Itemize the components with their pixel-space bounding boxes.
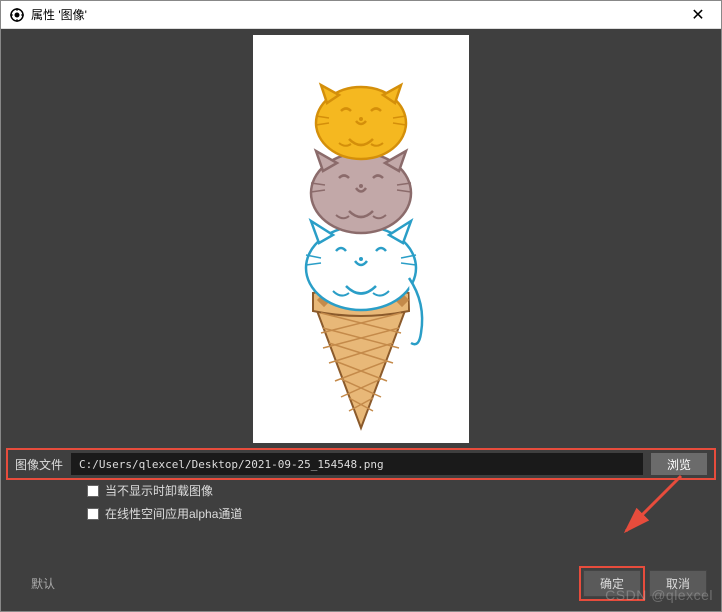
titlebar: 属性 '图像' ✕ — [1, 1, 721, 29]
file-path-row: 图像文件 浏览 — [7, 449, 715, 479]
defaults-button[interactable]: 默认 — [15, 571, 71, 596]
window-title: 属性 '图像' — [31, 6, 683, 23]
bottom-button-bar: 默认 确定 取消 — [1, 562, 721, 611]
file-label: 图像文件 — [15, 456, 63, 473]
ok-button[interactable]: 确定 — [583, 570, 641, 597]
image-preview — [253, 35, 469, 443]
browse-button[interactable]: 浏览 — [651, 453, 707, 475]
close-button[interactable]: ✕ — [683, 5, 713, 25]
file-path-input[interactable] — [71, 453, 643, 475]
checkbox-alpha-label: 在线性空间应用alpha通道 — [105, 505, 242, 522]
checkbox-unload-row[interactable]: 当不显示时卸载图像 — [1, 479, 721, 502]
checkbox-alpha-row[interactable]: 在线性空间应用alpha通道 — [1, 502, 721, 525]
app-icon — [9, 7, 25, 23]
dialog-window: 属性 '图像' ✕ — [0, 0, 722, 612]
preview-area — [1, 29, 721, 449]
checkbox-unload-label: 当不显示时卸载图像 — [105, 482, 213, 499]
cancel-button[interactable]: 取消 — [649, 570, 707, 597]
checkbox-icon[interactable] — [87, 508, 99, 520]
cat-icecream-illustration — [261, 43, 461, 433]
content-area: 图像文件 浏览 当不显示时卸载图像 在线性空间应用alpha通道 默认 确定 取… — [1, 29, 721, 611]
checkbox-icon[interactable] — [87, 485, 99, 497]
